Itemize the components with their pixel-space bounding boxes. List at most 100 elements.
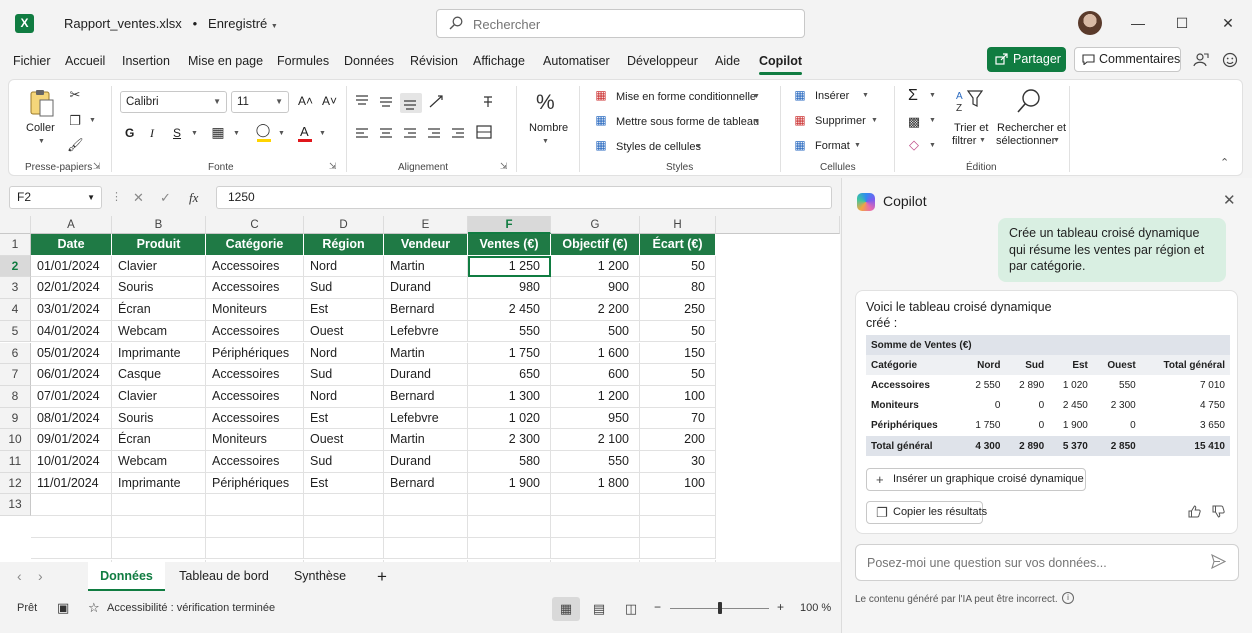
table-cell[interactable]: Moniteurs	[206, 299, 304, 321]
copilot-prompt-input[interactable]	[867, 554, 1197, 572]
comments-button[interactable]: Commentaires	[1074, 47, 1181, 72]
table-cell[interactable]	[304, 494, 384, 517]
column-header-b[interactable]: B	[112, 216, 206, 234]
normal-view-button[interactable]: ▦	[552, 597, 580, 621]
enter-formula-icon[interactable]: ✓	[160, 190, 171, 206]
row-header-5[interactable]: 5	[0, 320, 31, 343]
font-color-icon[interactable]: A	[300, 124, 309, 139]
clear-eraser-icon[interactable]: ◇	[906, 137, 922, 153]
table-cell[interactable]	[716, 473, 840, 495]
table-cell[interactable]: 250	[640, 299, 716, 321]
table-cell[interactable]	[716, 299, 840, 321]
table-cell[interactable]: Imprimante	[112, 342, 206, 365]
table-cell[interactable]	[640, 537, 716, 560]
minimize-button[interactable]: —	[1127, 12, 1149, 34]
column-header-empty[interactable]	[716, 216, 840, 234]
chevron-down-icon[interactable]: ▼	[1053, 137, 1060, 144]
table-cell[interactable]: 1 200	[551, 385, 640, 408]
table-cell[interactable]: 650	[468, 364, 551, 386]
sheet-tab-synthese[interactable]: Synthèse	[285, 562, 355, 591]
grow-font-button[interactable]: A˄	[298, 94, 313, 108]
italic-button[interactable]: I	[150, 126, 154, 141]
format-as-table-button[interactable]: Mettre sous forme de tableau	[616, 116, 759, 128]
table-cell[interactable]: 30	[640, 451, 716, 473]
tab-donnees[interactable]: Données	[344, 54, 394, 68]
table-cell[interactable]: 100	[640, 472, 716, 495]
alignment-icons[interactable]	[354, 93, 514, 149]
copilot-prompt-box[interactable]	[855, 544, 1239, 581]
autosum-icon[interactable]: Σ	[908, 87, 918, 105]
table-header-cell[interactable]: Date	[31, 234, 112, 256]
table-cell[interactable]	[206, 516, 304, 538]
table-cell[interactable]: 50	[640, 364, 716, 386]
table-cell[interactable]: Imprimante	[112, 472, 206, 495]
alignment-launcher-icon[interactable]: ⇲	[500, 161, 508, 172]
row-header-8[interactable]: 8	[0, 385, 31, 408]
smiley-icon[interactable]	[1222, 52, 1238, 68]
row-header-2[interactable]: 2	[0, 255, 31, 278]
clipboard-launcher-icon[interactable]: ⇲	[93, 161, 101, 172]
borders-dropdown-icon[interactable]: ▼	[233, 130, 240, 137]
cut-icon[interactable]: ✂	[67, 87, 83, 103]
table-cell[interactable]: 03/01/2024	[31, 299, 112, 321]
table-cell[interactable]: 1 250	[468, 255, 551, 278]
table-cell[interactable]	[304, 516, 384, 538]
fill-icon[interactable]: ▩	[906, 114, 922, 130]
table-cell[interactable]: Nord	[304, 342, 384, 365]
row-header-4[interactable]: 4	[0, 299, 31, 321]
table-header-cell[interactable]: Écart (€)	[640, 234, 716, 256]
table-cell[interactable]: 950	[551, 407, 640, 430]
table-cell[interactable]: Nord	[304, 255, 384, 278]
chevron-down-icon[interactable]: ▼	[753, 118, 760, 125]
font-size-combo[interactable]: 11 ▼	[231, 91, 289, 113]
fill-dropdown-icon[interactable]: ▼	[278, 130, 285, 137]
table-cell[interactable]	[206, 494, 304, 517]
table-cell[interactable]: Casque	[112, 364, 206, 386]
table-cell[interactable]	[384, 537, 468, 560]
table-cell[interactable]: 2 200	[551, 299, 640, 321]
table-cell[interactable]: 100	[640, 385, 716, 408]
table-cell[interactable]: Bernard	[384, 385, 468, 408]
table-cell[interactable]	[640, 494, 716, 517]
shrink-font-button[interactable]: A˅	[322, 94, 337, 108]
table-cell[interactable]	[716, 277, 840, 299]
macro-record-icon[interactable]: ▣	[57, 600, 69, 616]
table-cell[interactable]: Accessoires	[206, 364, 304, 386]
table-cell[interactable]: Écran	[112, 299, 206, 321]
chevron-down-icon[interactable]: ▼	[929, 92, 936, 99]
borders-icon[interactable]: ▦	[210, 124, 226, 141]
insert-function-icon[interactable]: fx	[189, 190, 198, 206]
table-cell[interactable]: 1 020	[468, 407, 551, 430]
table-cell[interactable]: Accessoires	[206, 320, 304, 343]
column-header-d[interactable]: D	[304, 216, 384, 234]
avatar[interactable]	[1078, 11, 1102, 35]
number-dropdown-icon[interactable]: ▼	[542, 138, 549, 145]
table-cell[interactable]: Périphériques	[206, 472, 304, 495]
paste-icon[interactable]	[29, 88, 55, 118]
column-header-a[interactable]: A	[31, 216, 112, 234]
table-cell[interactable]: Écran	[112, 429, 206, 451]
table-cell[interactable]: 11/01/2024	[31, 472, 112, 495]
table-cell[interactable]: 06/01/2024	[31, 364, 112, 386]
table-cell[interactable]: 980	[468, 277, 551, 300]
spreadsheet-grid[interactable]: A B C D E F G H 1 2 3 4 5 6 7 8 9 10 11 12 13 Date Produit Caté…	[0, 216, 840, 562]
table-cell[interactable]: Martin	[384, 255, 468, 278]
table-cell[interactable]	[716, 451, 840, 473]
tab-developpeur[interactable]: Développeur	[627, 54, 698, 68]
table-cell[interactable]	[468, 516, 551, 538]
search-input[interactable]	[473, 15, 793, 33]
table-cell[interactable]	[468, 537, 551, 560]
table-cell[interactable]	[716, 256, 840, 278]
table-cell[interactable]: 900	[551, 277, 640, 300]
tab-aide[interactable]: Aide	[715, 54, 740, 68]
column-header-c[interactable]: C	[206, 216, 304, 234]
prev-sheet-chevron-left-icon[interactable]: ‹	[17, 568, 22, 584]
table-cell[interactable]	[112, 494, 206, 517]
percent-icon[interactable]: %	[536, 91, 555, 115]
table-cell[interactable]: Durand	[384, 451, 468, 473]
table-cell[interactable]: 07/01/2024	[31, 385, 112, 408]
table-cell[interactable]	[716, 408, 840, 430]
table-cell[interactable]	[716, 386, 840, 408]
table-cell[interactable]: 600	[551, 364, 640, 386]
table-header-cell[interactable]: Objectif (€)	[551, 234, 640, 256]
